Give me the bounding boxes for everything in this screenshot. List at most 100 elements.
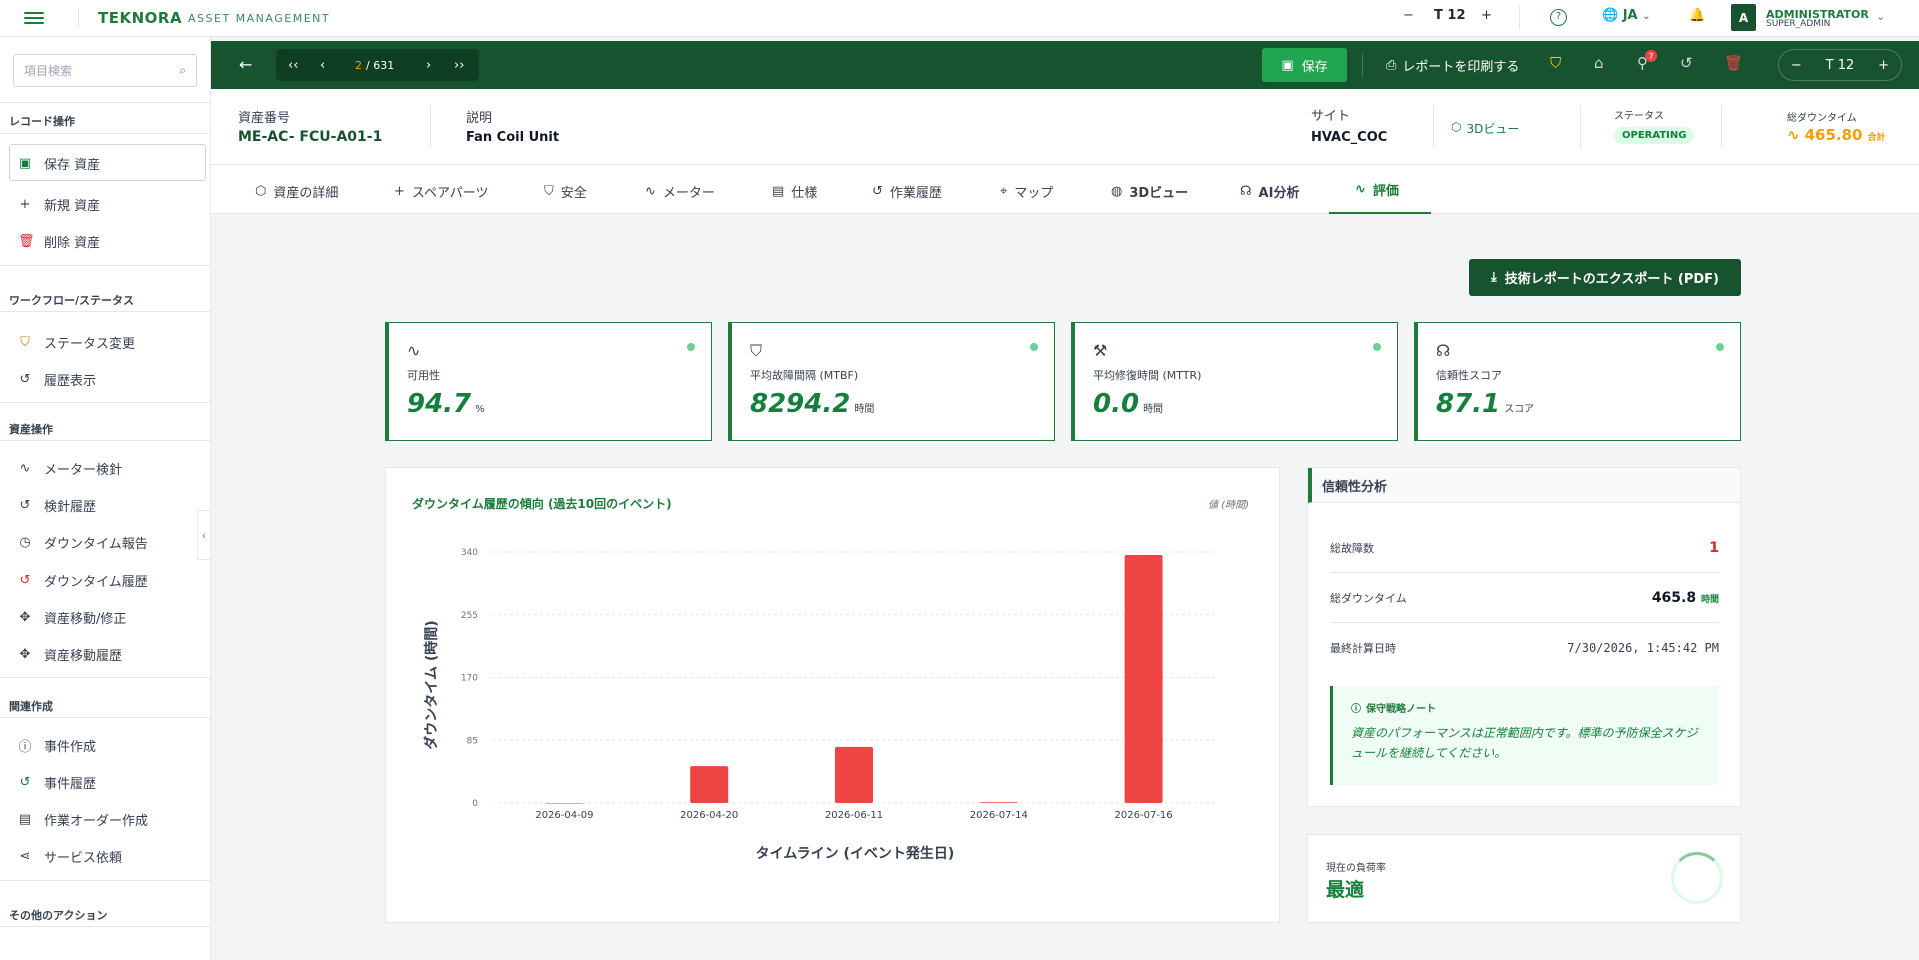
sidebar-item-asset-move[interactable]: ✥ 資産移動/修正 <box>18 608 127 627</box>
x-tick-label: 2026-04-20 <box>680 810 738 821</box>
document-icon: ▤ <box>18 812 32 827</box>
chevron-down-icon[interactable]: ⌄ <box>1876 10 1885 23</box>
sidebar-item-incident-create[interactable]: ⓘ 事件作成 <box>18 736 96 755</box>
reliability-analysis-card: 信頼性分析 総故障数 1 総ダウンタイム 465.8 時間 最終計算日時 7/30/2… <box>1307 467 1741 807</box>
save-button[interactable]: ▣ 保存 <box>1262 48 1347 82</box>
reliability-title: 信頼性分析 <box>1308 468 1740 503</box>
tab-map[interactable]: ⌖ マップ <box>1000 182 1053 201</box>
downtime-chart-card: ダウンタイム履歴の傾向 (過去10回のイベント) 値 (時間) ダウンタイム (… <box>385 467 1280 923</box>
sidebar-item-label: ダウンタイム報告 <box>44 537 148 552</box>
menu-icon[interactable] <box>24 9 44 27</box>
sidebar-item-save[interactable]: ▣ 保存 資産 <box>18 154 100 173</box>
print-report-button[interactable]: ⎙ レポートを印刷する <box>1386 56 1519 75</box>
downtime-value: 465.80 <box>1804 126 1863 144</box>
tab-3d-view[interactable]: ◍ 3Dビュー <box>1111 182 1188 201</box>
top-bar: TEKNORA ASSET MANAGEMENT − T 12 + ? 🌐 JA… <box>0 0 1919 37</box>
note-text: 資産のパフォーマンスは正常範囲内です。標準の予防保全スケジュールを継続してくださ… <box>1351 726 1698 760</box>
bell-icon[interactable]: 🔔 <box>1689 8 1705 23</box>
divider <box>0 926 211 927</box>
export-pdf-button[interactable]: ⤓ 技術レポートのエクスポート (PDF) <box>1469 259 1741 296</box>
sidebar-item-label: 事件履歴 <box>44 777 97 792</box>
sidebar-item-new[interactable]: + 新規 資産 <box>18 195 101 214</box>
sidebar-item-work-order[interactable]: ▤ 作業オーダー作成 <box>18 810 148 829</box>
tab-label: AI分析 <box>1258 186 1300 201</box>
maintenance-note: ⓘ 保守戦略ノート 資産のパフォーマンスは正常範囲内です。標準の予防保全スケジュー… <box>1330 686 1719 785</box>
tab-specs[interactable]: ▤ 仕様 <box>772 182 817 201</box>
sidebar-item-history[interactable]: ↺ 履歴表示 <box>18 370 96 389</box>
tab-spare-parts[interactable]: + スペアパーツ <box>394 182 488 201</box>
divider <box>0 102 211 103</box>
help-icon[interactable]: ? <box>1550 9 1567 26</box>
language-selector[interactable]: 🌐 JA ⌄ <box>1602 8 1651 23</box>
divider <box>0 265 211 266</box>
trash-icon[interactable]: 🗑 <box>1724 54 1743 72</box>
font-decrease-icon[interactable]: − <box>1403 8 1414 23</box>
prev-page-icon[interactable]: ‹ <box>320 58 325 73</box>
plus-icon: + <box>394 184 405 199</box>
bar[interactable] <box>690 766 729 803</box>
next-page-icon[interactable]: › <box>426 58 431 73</box>
section-title-related: 関連作成 <box>9 700 53 713</box>
font-size-control: − T 12 + <box>1778 49 1902 81</box>
sidebar-collapse-button[interactable]: ‹ <box>197 510 211 560</box>
status-dot <box>1373 343 1381 351</box>
shield-icon: ⛉ <box>544 184 554 199</box>
font-increase-icon[interactable]: + <box>1878 58 1889 73</box>
avatar[interactable]: A <box>1731 4 1756 31</box>
sidebar-item-delete[interactable]: 🗑 削除 資産 <box>18 232 100 251</box>
tab-ai-analysis[interactable]: ☊ AI分析 <box>1240 182 1299 201</box>
sidebar-item-label: 作業オーダー作成 <box>44 814 149 829</box>
font-decrease-icon[interactable]: − <box>1791 58 1802 73</box>
kpi-card-availability: ∿ 可用性 94.7% <box>385 322 712 441</box>
move-icon: ✥ <box>19 647 31 662</box>
sidebar-item-downtime-report[interactable]: ◷ ダウンタイム報告 <box>18 533 148 552</box>
font-size-display: T 12 <box>1826 58 1855 73</box>
divider <box>0 880 211 881</box>
history-icon: ↺ <box>19 573 31 588</box>
bar[interactable] <box>545 803 584 804</box>
y-tick-label: 255 <box>461 611 478 621</box>
sidebar-item-label: メーター検針 <box>44 463 123 478</box>
kpi-card-reliability-score: ☊ 信頼性スコア 87.1 スコア <box>1414 322 1741 441</box>
sidebar-item-meter-history[interactable]: ↺ 検針履歴 <box>18 496 96 515</box>
first-page-icon[interactable]: ‹‹ <box>288 58 298 73</box>
sidebar-item-move-history[interactable]: ✥ 資産移動履歴 <box>18 645 122 664</box>
sidebar-item-downtime-history[interactable]: ↺ ダウンタイム履歴 <box>18 571 148 590</box>
bar[interactable] <box>1124 554 1163 803</box>
tab-asset-details[interactable]: ⬡ 資産の詳細 <box>255 182 338 201</box>
status-label: ステータス <box>1614 111 1664 122</box>
sidebar-item-service-request[interactable]: ⋖ サービス依頼 <box>18 847 122 866</box>
record-toolbar: ← ‹‹ ‹ 2 / 631 › ›› ▣ 保存 ⎙ レポートを印刷する ⛉ ⌂ ⚲… <box>211 41 1919 89</box>
history-icon[interactable]: ↺ <box>1680 54 1693 72</box>
globe-icon: ◍ <box>1111 184 1123 199</box>
tab-label: マップ <box>1014 186 1054 201</box>
bar[interactable] <box>979 802 1018 803</box>
divider <box>0 133 211 134</box>
bar[interactable] <box>835 746 873 803</box>
x-tick-label: 2026-04-09 <box>535 810 593 821</box>
tab-safety[interactable]: ⛉ 安全 <box>544 182 587 201</box>
search-input[interactable]: 項目検索 ⌕ <box>13 54 197 87</box>
sidebar-item-meter-reading[interactable]: ∿ メーター検針 <box>18 459 122 478</box>
sidebar-item-status-change[interactable]: ⛉ ステータス変更 <box>18 333 135 352</box>
3d-view-link[interactable]: ⬡ 3Dビュー <box>1451 120 1519 137</box>
back-arrow-icon[interactable]: ← <box>239 55 252 74</box>
sidebar-item-label: ダウンタイム履歴 <box>44 575 148 590</box>
print-label: レポートを印刷する <box>1402 60 1520 75</box>
app-subtitle: ASSET MANAGEMENT <box>188 12 331 25</box>
divider <box>0 402 211 403</box>
tab-meter[interactable]: ∿ メーター <box>645 182 715 201</box>
shield-icon[interactable]: ⛉ <box>1550 54 1561 72</box>
last-page-icon[interactable]: ›› <box>454 58 464 73</box>
sidebar-item-incident-history[interactable]: ↺ 事件履歴 <box>18 773 96 792</box>
kpi-unit: % <box>475 404 485 415</box>
tag-icon[interactable]: ⌂ <box>1594 54 1604 72</box>
kpi-label: 平均故障間隔 (MTBF) <box>750 369 859 382</box>
page-current[interactable]: 2 <box>355 59 362 72</box>
y-axis-label: ダウンタイム (時間) <box>423 620 440 749</box>
font-increase-icon[interactable]: + <box>1481 8 1492 23</box>
tab-work-history[interactable]: ↺ 作業履歴 <box>872 182 942 201</box>
kpi-label: 信頼性スコア <box>1436 369 1502 382</box>
sidebar-item-label: 削除 資産 <box>44 236 101 251</box>
tab-label: 3Dビュー <box>1129 186 1189 201</box>
